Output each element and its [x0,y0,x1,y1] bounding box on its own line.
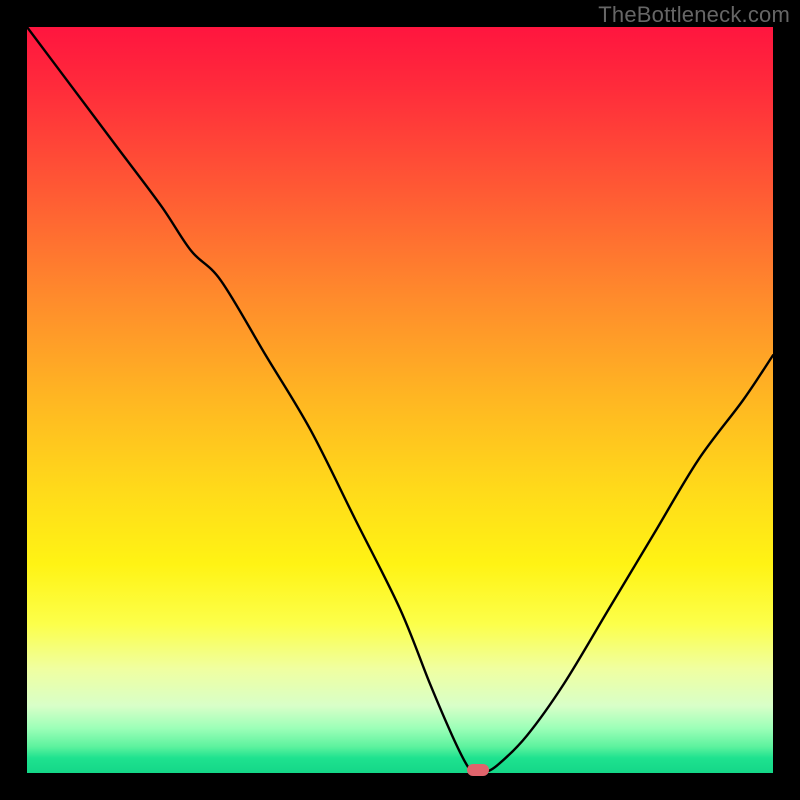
chart-frame: TheBottleneck.com [0,0,800,800]
optimal-point-marker [467,764,489,776]
plot-area [27,27,773,773]
bottleneck-curve [27,27,773,773]
watermark-text: TheBottleneck.com [598,2,790,28]
